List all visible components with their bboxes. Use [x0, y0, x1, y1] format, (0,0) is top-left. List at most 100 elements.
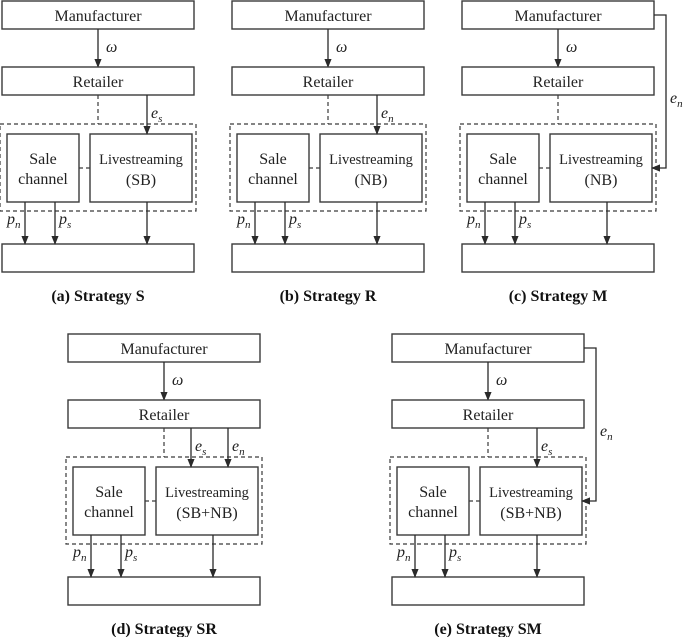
retailer-label: Retailer: [463, 407, 514, 424]
effort-n-label-base: e: [232, 438, 239, 455]
livestream-type-label: (NB): [355, 172, 388, 189]
livestream-type-label: (SB): [126, 172, 156, 189]
panel-caption: (d) Strategy SR: [111, 621, 217, 637]
effort-n-label-base: e: [381, 105, 388, 122]
panel-strategy-e: Manufacturer ω Retailer Sale channel Livestre…: [389, 333, 613, 637]
retailer-node: Retailer: [231, 66, 425, 96]
retailer-node: Retailer: [461, 66, 655, 96]
effort-s-label-subscript: s: [202, 446, 206, 458]
sale-channel-node: Sale channel: [236, 133, 310, 203]
livestreaming-node: Livestreaming (SB): [89, 133, 193, 203]
customers-box: [461, 243, 655, 273]
panel-strategy-c: Manufacturer ω Retailer Sale channel Livestre…: [459, 0, 683, 305]
effort-n-label-base: e: [600, 423, 607, 440]
price-n-label-base: p: [466, 211, 475, 228]
retailer-node: Retailer: [67, 399, 261, 429]
sale-channel-node: Sale channel: [396, 466, 470, 536]
sale-channel-label-line2: channel: [478, 171, 528, 188]
price-n-label: pn: [466, 211, 481, 231]
manufacturer-node: Manufacturer: [461, 0, 655, 30]
retailer-label: Retailer: [533, 74, 584, 91]
sale-channel-node: Sale channel: [466, 133, 540, 203]
price-n-label-base: p: [236, 211, 245, 228]
price-s-label-base: p: [288, 211, 297, 228]
effort-n-label-subscript: n: [677, 98, 683, 110]
sale-channel-box: [466, 133, 540, 203]
price-n-label-base: p: [72, 544, 81, 561]
effort-n-label: en: [600, 423, 613, 443]
price-s-label-subscript: s: [67, 219, 71, 231]
effort-s-label: es: [195, 438, 206, 458]
wholesale-price-label-base: ω: [172, 372, 183, 389]
effort-n-label-subscript: n: [388, 113, 394, 125]
livestreaming-box: [549, 133, 653, 203]
livestreaming-box: [479, 466, 583, 536]
sale-channel-box: [72, 466, 146, 536]
sale-channel-label-line1: Sale: [29, 151, 57, 168]
price-s-label: ps: [124, 544, 137, 564]
price-n-label-subscript: n: [15, 219, 21, 231]
price-s-label: ps: [288, 211, 301, 231]
price-n-label-subscript: n: [405, 552, 411, 564]
customers-box: [67, 576, 261, 606]
effort-n-label: en: [670, 90, 683, 110]
panel-strategy-d: Manufacturer ω Retailer Sale channel Livestre…: [65, 333, 263, 637]
sale-channel-label-line2: channel: [84, 504, 134, 521]
livestreaming-box: [155, 466, 259, 536]
livestreaming-label: Livestreaming: [559, 152, 643, 168]
livestreaming-box: [319, 133, 423, 203]
price-s-label-subscript: s: [133, 552, 137, 564]
effort-s-label: es: [151, 105, 162, 125]
wholesale-price-label: ω: [566, 39, 577, 56]
panel-caption: (a) Strategy S: [51, 288, 144, 305]
sale-channel-label-line2: channel: [18, 171, 68, 188]
livestreaming-label: Livestreaming: [329, 152, 413, 168]
sale-channel-node: Sale channel: [72, 466, 146, 536]
retailer-label: Retailer: [73, 74, 124, 91]
manufacturer-node: Manufacturer: [1, 0, 195, 30]
sale-channel-box: [396, 466, 470, 536]
effort-n-label-base: e: [670, 90, 677, 107]
retailer-label: Retailer: [303, 74, 354, 91]
price-n-label: pn: [6, 211, 21, 231]
price-s-label-base: p: [448, 544, 457, 561]
sale-channel-label-line1: Sale: [259, 151, 287, 168]
price-s-label-subscript: s: [297, 219, 301, 231]
livestream-type-label: (SB+NB): [500, 505, 561, 522]
price-s-label: ps: [58, 211, 71, 231]
effort-s-label-base: e: [151, 105, 158, 122]
sale-channel-box: [236, 133, 310, 203]
retailer-node: Retailer: [1, 66, 195, 96]
sale-channel-node: Sale channel: [6, 133, 80, 203]
wholesale-price-label-base: ω: [496, 372, 507, 389]
effort-s-label-subscript: s: [548, 446, 552, 458]
manufacturer-label: Manufacturer: [54, 8, 142, 25]
livestream-type-label: (NB): [585, 172, 618, 189]
wholesale-price-label-base: ω: [336, 39, 347, 56]
panel-strategy-b: Manufacturer ω Retailer Sale channel Livestre…: [229, 0, 427, 305]
price-n-label: pn: [72, 544, 87, 564]
price-n-label: pn: [396, 544, 411, 564]
effort-s-label-base: e: [195, 438, 202, 455]
effort-s-label-subscript: s: [158, 113, 162, 125]
price-s-label-base: p: [518, 211, 527, 228]
price-n-label-base: p: [396, 544, 405, 561]
manufacturer-label: Manufacturer: [514, 8, 602, 25]
livestreaming-label: Livestreaming: [99, 152, 183, 168]
customers-box: [391, 576, 585, 606]
livestreaming-box: [89, 133, 193, 203]
customers-box: [1, 243, 195, 273]
manufacturer-node: Manufacturer: [231, 0, 425, 30]
sale-channel-label-line2: channel: [248, 171, 298, 188]
price-s-label-subscript: s: [457, 552, 461, 564]
sale-channel-label-line2: channel: [408, 504, 458, 521]
price-s-label: ps: [448, 544, 461, 564]
wholesale-price-label-base: ω: [566, 39, 577, 56]
effort-n-label: en: [232, 438, 245, 458]
livestreaming-node: Livestreaming (SB+NB): [479, 466, 583, 536]
manufacturer-label: Manufacturer: [120, 341, 208, 358]
retailer-label: Retailer: [139, 407, 190, 424]
livestreaming-node: Livestreaming (NB): [549, 133, 653, 203]
wholesale-price-label: ω: [172, 372, 183, 389]
panel-caption: (b) Strategy R: [280, 288, 377, 305]
